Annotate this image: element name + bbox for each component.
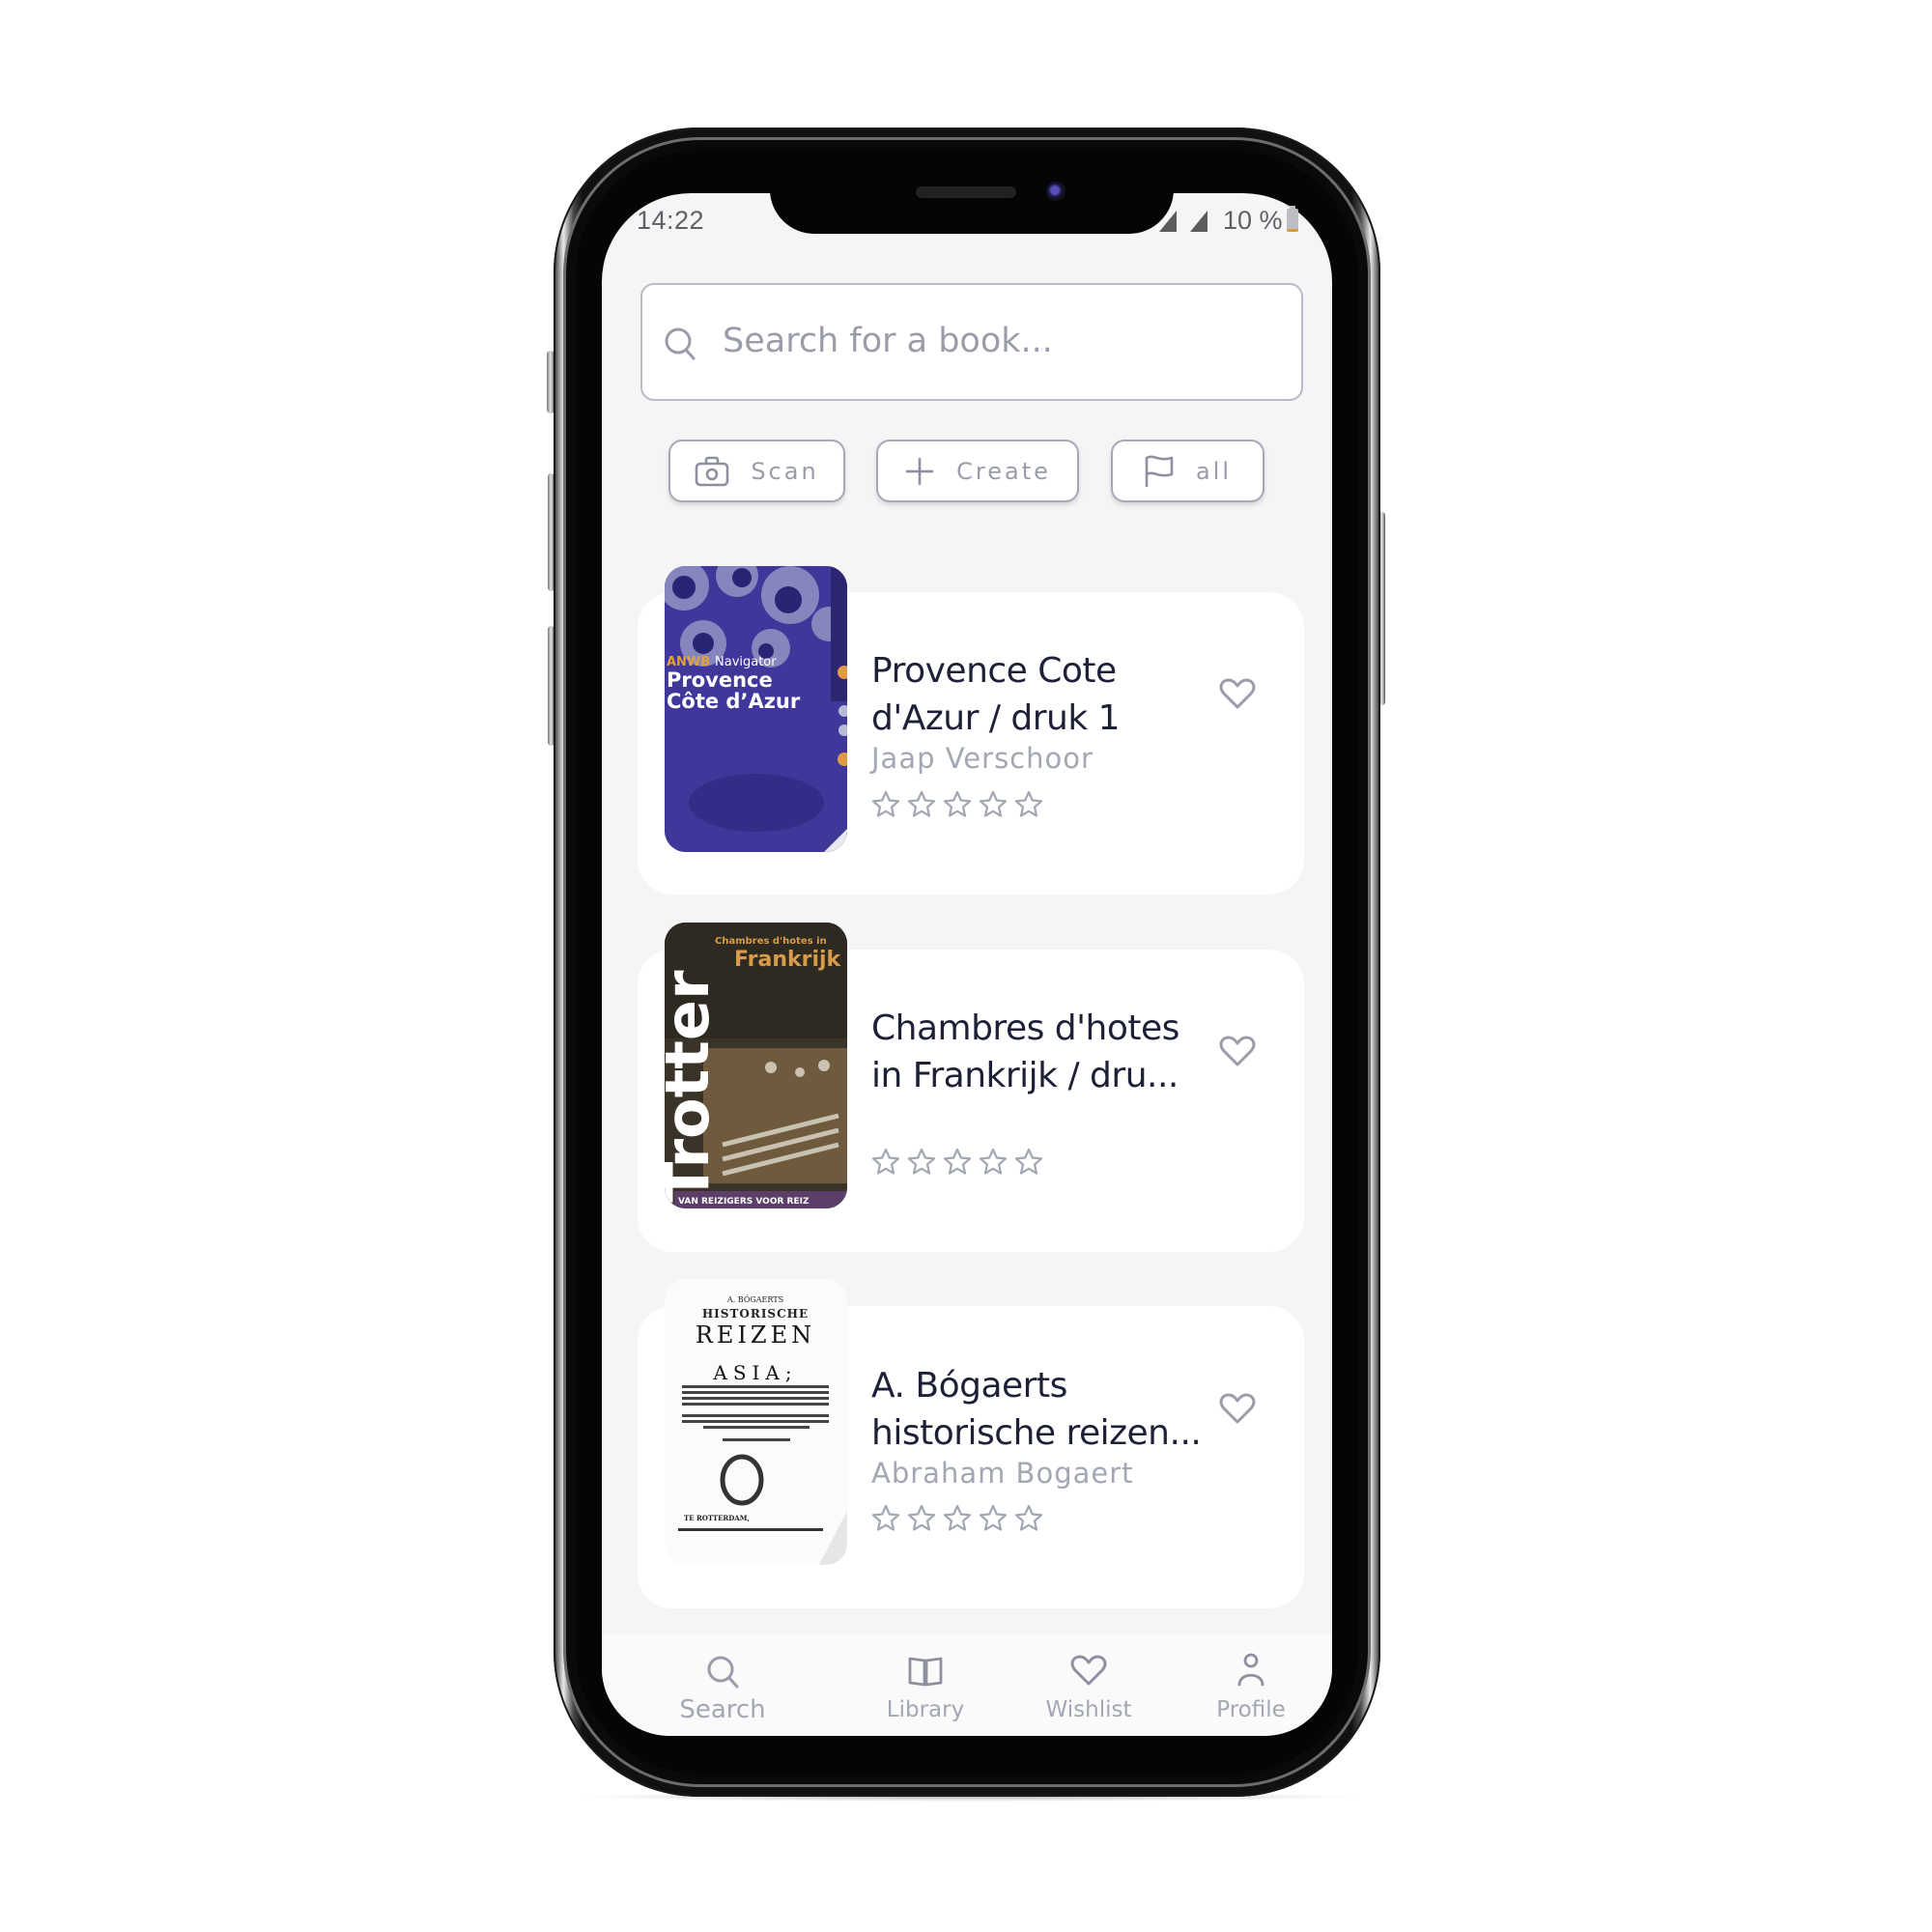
cover-line2: HISTORISCHE <box>702 1307 809 1321</box>
star-icon[interactable] <box>907 790 936 822</box>
book-title-line1: Chambres d'hotes <box>871 1009 1179 1048</box>
heart-icon[interactable] <box>1219 678 1256 715</box>
nav-search[interactable]: Search <box>650 1654 795 1724</box>
cover-title-line2: Côte d’Azur <box>667 690 801 713</box>
nav-label: Search <box>679 1695 766 1724</box>
book-title[interactable]: Provence Cote d'Azur / druk 1 <box>871 647 1209 742</box>
nav-label: Wishlist <box>1045 1697 1132 1722</box>
book-cover[interactable]: Chambres d'hotes in Frankrijk Trotter VA… <box>665 923 847 1208</box>
cover-footer: TE ROTTERDAM, <box>684 1514 750 1522</box>
nav-profile[interactable]: Profile <box>1179 1653 1323 1722</box>
book-title[interactable]: Chambres d'hotes in Frankrijk / dru... <box>871 1005 1209 1099</box>
cover-footer: VAN REIZIGERS VOOR REIZ <box>678 1197 810 1207</box>
rating-stars[interactable] <box>871 790 1043 822</box>
star-icon[interactable] <box>943 1148 972 1179</box>
star-icon[interactable] <box>871 1504 900 1536</box>
heart-icon[interactable] <box>1219 1036 1256 1072</box>
star-icon[interactable] <box>979 1504 1008 1536</box>
cover-series: Navigator <box>715 655 777 669</box>
battery-icon <box>1287 206 1298 232</box>
book-icon <box>908 1656 943 1691</box>
star-icon[interactable] <box>979 1148 1008 1179</box>
battery-percent: 10 % <box>1223 206 1283 235</box>
heart-icon <box>1070 1655 1107 1691</box>
speaker-grille <box>916 186 1016 198</box>
star-icon[interactable] <box>1014 1148 1043 1179</box>
search-input[interactable] <box>723 311 1283 371</box>
status-time: 14:22 <box>637 206 705 235</box>
create-label: Create <box>956 457 1051 485</box>
nav-library[interactable]: Library <box>853 1656 998 1722</box>
star-icon[interactable] <box>1014 1504 1043 1536</box>
cover-line4: ASIA; <box>712 1361 797 1384</box>
book-author: Abraham Bogaert <box>871 1457 1134 1490</box>
star-icon[interactable] <box>943 1504 972 1536</box>
book-title[interactable]: A. Bógaerts historische reizen... <box>871 1362 1209 1457</box>
cover-title: Frankrijk <box>734 948 842 972</box>
search-icon <box>705 1654 740 1693</box>
cover-line1: A. BÓGAERTS <box>726 1295 783 1304</box>
flag-icon <box>1144 455 1175 488</box>
star-icon[interactable] <box>871 1148 900 1179</box>
cover-publisher: ANWB <box>667 655 710 669</box>
rating-stars[interactable] <box>871 1504 1043 1536</box>
book-cover[interactable]: ANWB Navigator Provence Côte d’Azur <box>665 566 847 852</box>
book-title-line1: Provence Cote <box>871 651 1117 691</box>
rating-stars[interactable] <box>871 1148 1043 1179</box>
cover-subtitle: Chambres d'hotes in <box>715 936 827 947</box>
front-camera <box>1046 182 1065 201</box>
nav-wishlist[interactable]: Wishlist <box>1016 1655 1161 1722</box>
book-title-line2: historische reizen... <box>871 1413 1202 1453</box>
cover-brand: Trotter <box>665 970 723 1203</box>
star-icon[interactable] <box>979 790 1008 822</box>
nav-label: Library <box>886 1697 965 1722</box>
create-button[interactable]: Create <box>876 440 1079 502</box>
star-icon[interactable] <box>907 1504 936 1536</box>
scan-button[interactable]: Scan <box>668 440 845 502</box>
user-icon <box>1236 1653 1265 1691</box>
search-icon <box>664 327 696 366</box>
cover-line3: REIZEN <box>696 1321 815 1349</box>
plus-icon <box>904 456 935 487</box>
book-title-line2: in Frankrijk / dru... <box>871 1056 1179 1095</box>
star-icon[interactable] <box>907 1148 936 1179</box>
book-cover[interactable]: A. BÓGAERTS HISTORISCHE REIZEN ASIA; TE … <box>665 1279 847 1565</box>
scan-label: Scan <box>751 457 819 485</box>
all-label: all <box>1195 457 1233 485</box>
heart-icon[interactable] <box>1219 1393 1256 1430</box>
filter-all-button[interactable]: all <box>1111 440 1264 502</box>
book-author: Jaap Verschoor <box>871 742 1094 775</box>
camera-icon <box>695 456 729 487</box>
cover-title-line1: Provence <box>667 668 773 692</box>
star-icon[interactable] <box>943 790 972 822</box>
nav-label: Profile <box>1216 1697 1286 1722</box>
signal-icon-2 <box>1190 211 1208 232</box>
book-title-line1: A. Bógaerts <box>871 1366 1067 1406</box>
star-icon[interactable] <box>871 790 900 822</box>
book-title-line2: d'Azur / druk 1 <box>871 698 1121 738</box>
star-icon[interactable] <box>1014 790 1043 822</box>
